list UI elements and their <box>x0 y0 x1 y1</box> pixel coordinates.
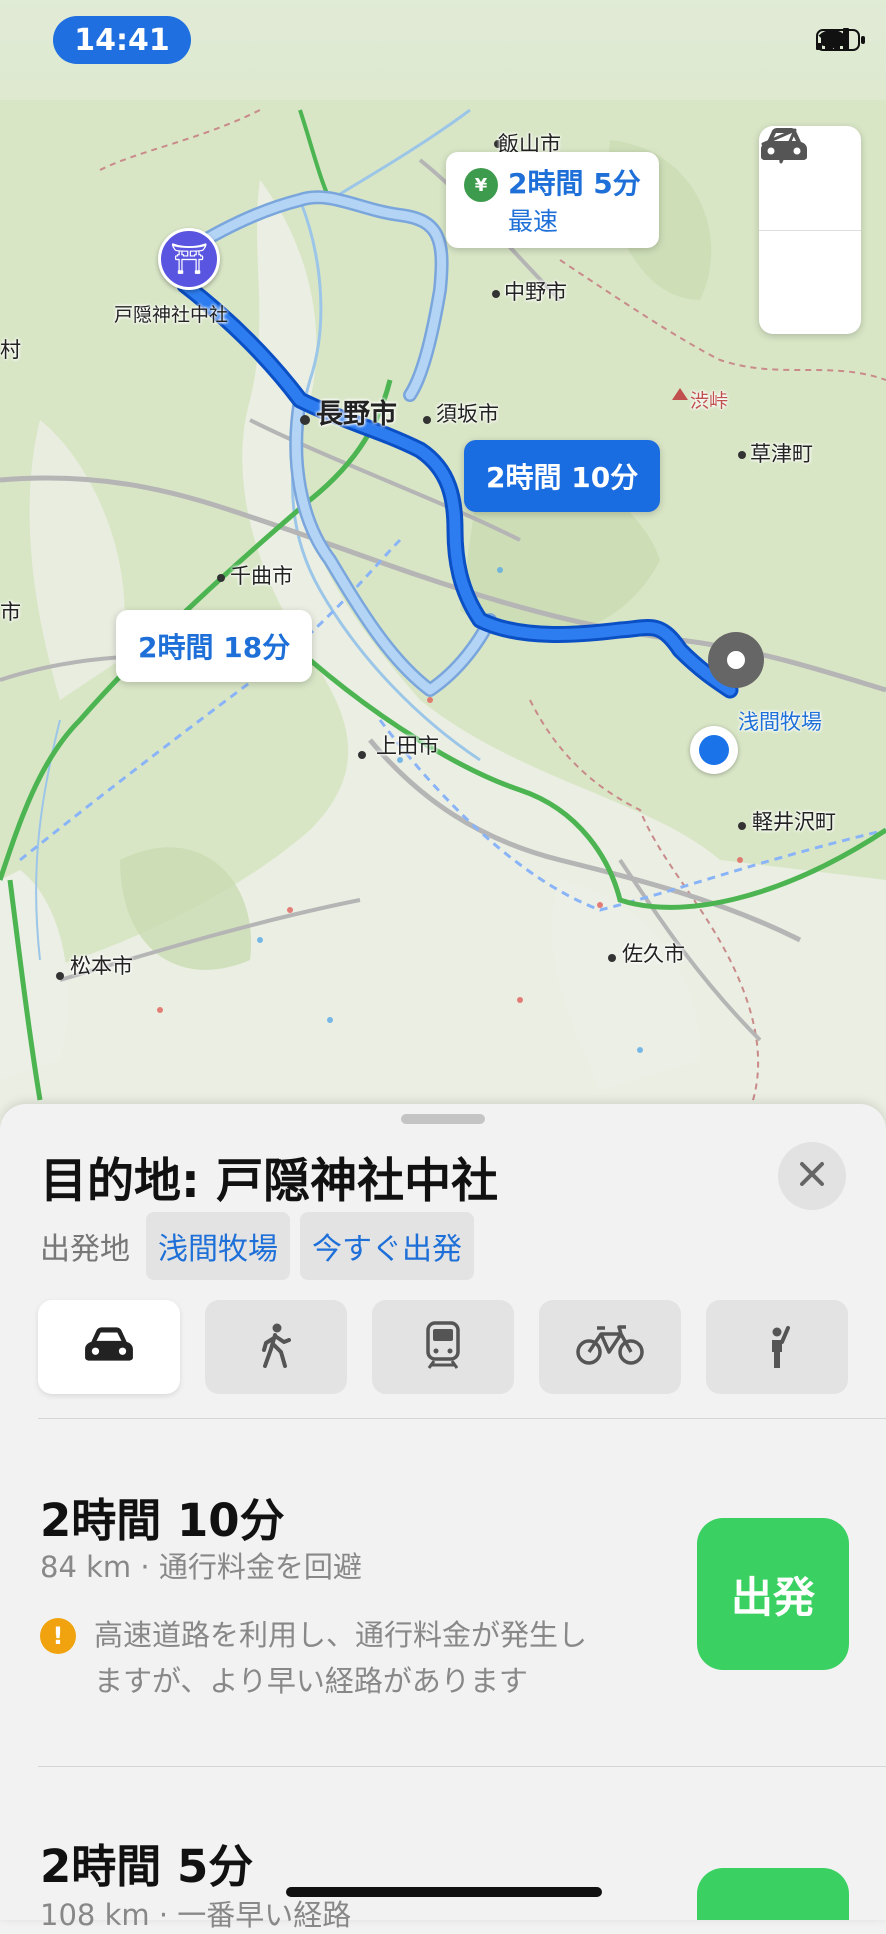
edge-label-shi: 市 <box>0 600 21 624</box>
city-label-suzaka: 須坂市 <box>436 402 499 426</box>
depart-time-chip[interactable]: 今すぐ出発 <box>300 1212 474 1280</box>
edge-label-mura: 村 <box>0 338 21 362</box>
route-1-warning: ! 高速道路を利用し、通行料金が発生し ますが、より早い経路があります <box>40 1612 680 1705</box>
route-bubble-selected[interactable]: 2時間 10分 <box>464 440 661 512</box>
map-view[interactable]: 14:41 飯山市 中野市 長野市 須坂市 千曲市 上田市 松本市 佐久市 軽井… <box>0 0 886 1130</box>
shrine-icon: ⛩ <box>169 241 209 277</box>
destination-pin[interactable]: ⛩ <box>158 228 220 290</box>
sheet-grabber[interactable] <box>401 1114 485 1124</box>
walk-icon <box>259 1322 293 1372</box>
destination-title: 目的地: 戸隠神社中社 <box>40 1154 499 1209</box>
status-time[interactable]: 14:41 <box>53 16 191 64</box>
city-label-nakano: 中野市 <box>504 280 567 304</box>
route-2-meta: 108 km · 一番早い経路 <box>40 1898 352 1932</box>
city-label-nagano: 長野市 <box>316 399 397 430</box>
route-1-meta: 84 km · 通行料金を回避 <box>40 1550 362 1584</box>
origin-chip[interactable]: 浅間牧場 <box>146 1212 290 1280</box>
home-indicator <box>286 1887 602 1897</box>
bicycle-icon <box>575 1324 645 1370</box>
pin-icon <box>727 651 745 669</box>
city-label-kusatsu: 草津町 <box>750 442 813 466</box>
route-1-go-button[interactable]: 出発 <box>697 1518 849 1670</box>
city-label-saku: 佐久市 <box>622 942 685 966</box>
close-button[interactable] <box>778 1142 846 1210</box>
warning-line-2: ますが、より早い経路があります <box>94 1664 528 1699</box>
poi-label-togakushi: 戸隠神社中社 <box>114 304 229 326</box>
route-2-go-button[interactable] <box>697 1868 849 1920</box>
pass-label-shibu: 渋峠 <box>690 390 729 412</box>
origin-row: 出発地 浅間牧場 今すぐ出発 <box>40 1212 474 1280</box>
warning-line-1: 高速道路を利用し、通行料金が発生し <box>94 1618 588 1652</box>
current-location-dot <box>690 726 738 774</box>
divider <box>38 1418 886 1419</box>
transport-modes <box>38 1300 848 1394</box>
origin-label: 出発地 <box>40 1232 130 1267</box>
route-2-time: 2時間 5分 <box>40 1840 254 1893</box>
route-bubble-fastest-label: 最速 <box>508 207 559 236</box>
status-bar: 14:41 <box>0 0 886 100</box>
mode-transit-button[interactable] <box>372 1300 514 1394</box>
route-bubble-fastest[interactable]: ¥2時間 5分 最速 <box>446 152 659 248</box>
train-icon <box>423 1321 463 1373</box>
ride-hail-icon <box>762 1320 792 1374</box>
origin-pin[interactable] <box>708 632 764 688</box>
mode-car-button[interactable] <box>38 1300 180 1394</box>
close-icon <box>798 1160 826 1192</box>
city-label-matsumoto: 松本市 <box>70 954 133 978</box>
poi-label-asama: 浅間牧場 <box>738 710 822 734</box>
mode-walk-button[interactable] <box>205 1300 347 1394</box>
city-label-chikuma: 千曲市 <box>230 564 293 588</box>
yen-toll-icon: ¥ <box>464 168 498 202</box>
city-label-karuizawa: 軽井沢町 <box>752 810 836 834</box>
map-controls <box>759 126 861 334</box>
route-bubble-alternate[interactable]: 2時間 18分 <box>116 610 313 682</box>
mode-bicycle-button[interactable] <box>539 1300 681 1394</box>
warning-icon: ! <box>40 1618 76 1654</box>
mode-ride-hail-button[interactable] <box>706 1300 848 1394</box>
divider <box>38 1766 886 1767</box>
route-1-time: 2時間 10分 <box>40 1494 285 1547</box>
locate-me-button[interactable] <box>759 128 861 334</box>
route-bubble-fastest-time: 2時間 5分 <box>508 167 641 200</box>
directions-sheet: 目的地: 戸隠神社中社 出発地 浅間牧場 今すぐ出発 2時間 10分 84 km… <box>0 1104 886 1932</box>
city-label-ueda: 上田市 <box>376 734 439 758</box>
car-icon <box>83 1325 135 1369</box>
